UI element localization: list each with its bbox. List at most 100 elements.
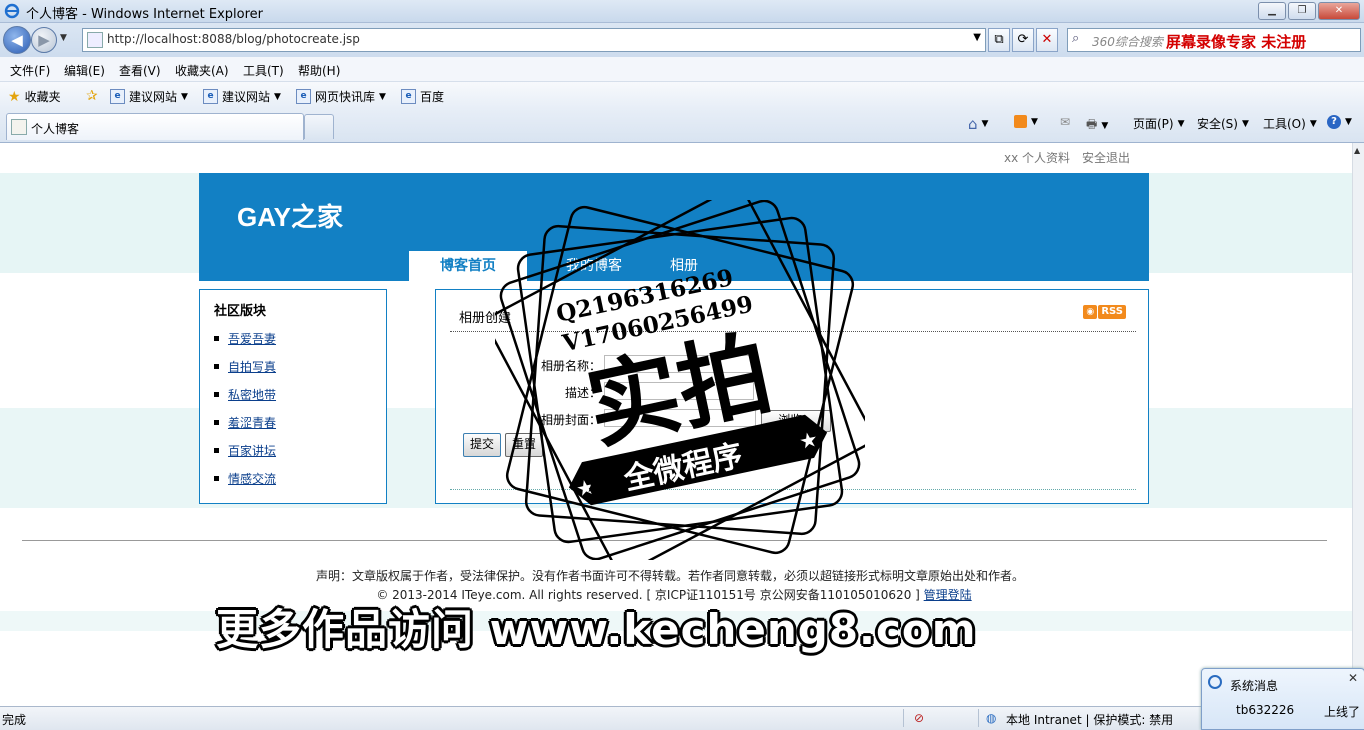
page-menu-label: 页面(P): [1133, 117, 1174, 131]
menu-edit[interactable]: 编辑(E): [64, 62, 105, 79]
fav-label: 网页快讯库: [315, 90, 376, 104]
home-icon: ⌂: [968, 115, 978, 133]
sidebar-item: 自拍写真: [214, 352, 276, 380]
menu-view[interactable]: 查看(V): [119, 62, 161, 79]
popup-blocker-icon[interactable]: ⊘: [914, 711, 924, 725]
rss-icon: ◉: [1083, 305, 1098, 319]
info-icon: [1208, 675, 1222, 689]
sidebar-item: 吾爱吾妻: [214, 324, 276, 352]
menu-file[interactable]: 文件(F): [10, 62, 50, 79]
menu-bar: 文件(F) 编辑(E) 查看(V) 收藏夹(A) 工具(T) 帮助(H): [0, 57, 1364, 82]
back-button[interactable]: ◀: [3, 26, 31, 54]
ie-page-icon: e: [203, 89, 218, 104]
star-icon: ★: [8, 88, 21, 105]
status-text: 完成: [2, 713, 27, 727]
menu-tools[interactable]: 工具(T): [243, 62, 284, 79]
status-bar: 完成 ⊘ ◍ 本地 Intranet | 保护模式: 禁用: [0, 706, 1364, 730]
system-message-popup[interactable]: 系统消息 ✕ tb632226 上线了: [1201, 668, 1364, 730]
stop-button[interactable]: ✕: [1036, 28, 1058, 52]
sidebar-link[interactable]: 情感交流: [228, 470, 276, 487]
recorder-banner: 屏幕录像专家 未注册: [1166, 33, 1307, 51]
fav-item-suggested-2[interactable]: e 建议网站 ▼: [203, 88, 281, 105]
tab-personal-blog[interactable]: 个人博客: [6, 113, 304, 140]
close-icon[interactable]: ✕: [1348, 671, 1358, 685]
sidebar-item: 羞涩青春: [214, 408, 276, 436]
favorites-bar: ★ 收藏夹 ✰ e 建议网站 ▼ e 建议网站 ▼ e 网页快讯库 ▼ e 百度: [0, 82, 1364, 110]
rss-icon: [1014, 115, 1027, 128]
sidebar-link[interactable]: 私密地带: [228, 386, 276, 403]
address-bar[interactable]: ▼: [82, 28, 986, 52]
close-button[interactable]: ✕: [1318, 2, 1360, 20]
watermark-site-text: 更多作品访问 www.kecheng8.com: [216, 605, 977, 654]
security-zone-text[interactable]: 本地 Intranet | 保护模式: 禁用: [1006, 711, 1173, 728]
refresh-button[interactable]: ⟳: [1012, 28, 1034, 52]
safety-menu-label: 安全(S): [1197, 117, 1238, 131]
community-sidebar: 社区版块 吾爱吾妻 自拍写真 私密地带 羞涩青春 百家讲坛 情感交流: [199, 289, 387, 504]
fav-label: 百度: [420, 90, 445, 104]
favorites-label: 收藏夹: [24, 90, 61, 104]
tools-menu-label: 工具(O): [1263, 117, 1306, 131]
menu-help[interactable]: 帮助(H): [298, 62, 340, 79]
feeds-button[interactable]: ▼: [1014, 115, 1038, 128]
scroll-up-icon[interactable]: ▲: [1354, 146, 1360, 155]
sidebar-link[interactable]: 百家讲坛: [228, 442, 276, 459]
print-button[interactable]: 🖶 ▼: [1086, 115, 1108, 136]
profile-link[interactable]: xx 个人资料: [1004, 149, 1070, 166]
sidebar-link[interactable]: 吾爱吾妻: [228, 330, 276, 347]
mail-icon: ✉: [1060, 115, 1071, 129]
add-favorite-icon: ✰: [86, 88, 98, 104]
restore-button[interactable]: ❐: [1288, 2, 1316, 20]
sidebar-item: 百家讲坛: [214, 436, 276, 464]
logout-link[interactable]: 安全退出: [1082, 149, 1130, 166]
address-dropdown-icon[interactable]: ▼: [973, 32, 981, 43]
ie-logo-icon: [4, 3, 20, 19]
home-button[interactable]: ⌂ ▼: [968, 115, 988, 133]
menu-favorites[interactable]: 收藏夹(A): [175, 62, 229, 79]
url-input[interactable]: [107, 32, 957, 46]
fav-label: 建议网站: [222, 90, 271, 104]
intranet-zone-icon: ◍: [986, 711, 997, 725]
printer-icon: 🖶: [1086, 117, 1098, 131]
page-icon: [11, 119, 27, 135]
sidebar-link[interactable]: 自拍写真: [228, 358, 276, 375]
compat-view-button[interactable]: ⧉: [988, 28, 1010, 52]
copyright-declaration: 声明：文章版权属于作者，受法律保护。没有作者书面许可不得转载。若作者同意转载，必…: [315, 569, 1024, 583]
fav-label: 建议网站: [129, 90, 178, 104]
chevron-down-icon: ▼: [181, 91, 188, 102]
page-menu[interactable]: 页面(P) ▼: [1133, 115, 1185, 132]
ie-page-icon: e: [110, 89, 125, 104]
favorites-button[interactable]: ★ 收藏夹: [8, 88, 61, 105]
search-placeholder: 360综合搜索: [1092, 35, 1163, 49]
history-dropdown-icon[interactable]: ▼: [60, 33, 67, 43]
forward-button[interactable]: ▶: [31, 27, 57, 53]
safety-menu[interactable]: 安全(S) ▼: [1197, 115, 1249, 132]
sidebar-item: 情感交流: [214, 464, 276, 492]
add-favorite-button[interactable]: ✰: [86, 88, 98, 104]
tools-menu[interactable]: 工具(O) ▼: [1263, 115, 1317, 132]
address-toolbar: ◀ ▶ ▼ ▼ ⧉ ⟳ ✕ ⌕ 360综合搜索 屏幕录像专家 未注册: [0, 23, 1364, 57]
rss-label: RSS: [1098, 305, 1126, 319]
sidebar-link[interactable]: 羞涩青春: [228, 414, 276, 431]
help-icon: ?: [1327, 115, 1341, 129]
new-tab-button[interactable]: [304, 114, 334, 139]
tab-title: 个人博客: [31, 122, 80, 136]
star-icon: ★: [583, 469, 606, 499]
help-button[interactable]: ? ▼: [1327, 115, 1352, 129]
site-title: GAY之家: [237, 202, 343, 232]
page-icon: [87, 32, 103, 48]
ie-page-icon: e: [296, 89, 311, 104]
search-box[interactable]: ⌕ 360综合搜索 屏幕录像专家 未注册: [1067, 28, 1361, 52]
rss-button[interactable]: ◉ RSS: [1083, 305, 1126, 319]
fav-item-suggested-1[interactable]: e 建议网站 ▼: [110, 88, 188, 105]
popup-user: tb632226: [1236, 703, 1295, 717]
fav-item-baidu[interactable]: e 百度: [401, 88, 444, 105]
fav-item-webslice[interactable]: e 网页快讯库 ▼: [296, 88, 386, 105]
star-icon: ★: [781, 426, 803, 454]
window-title: 个人博客 - Windows Internet Explorer: [26, 7, 263, 22]
chevron-down-icon: ▼: [379, 91, 386, 102]
popup-title: 系统消息: [1230, 679, 1279, 693]
vertical-scrollbar[interactable]: ▲ ▼: [1352, 143, 1364, 706]
chevron-down-icon: ▼: [274, 91, 281, 102]
mail-button[interactable]: ✉: [1060, 115, 1070, 129]
minimize-button[interactable]: ▁: [1258, 2, 1286, 20]
